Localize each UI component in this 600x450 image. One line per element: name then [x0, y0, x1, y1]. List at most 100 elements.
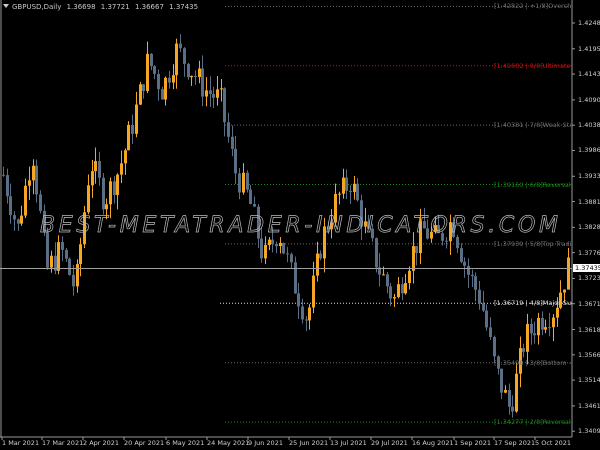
- price-tick-label: 1.42480: [578, 19, 600, 27]
- date-tick-label: 29 Jul 2021: [371, 439, 408, 447]
- bull-candle: [57, 242, 60, 271]
- bull-candle: [105, 204, 108, 210]
- date-tick-label: 1 Mar 2021: [2, 439, 40, 447]
- bull-candle: [393, 297, 396, 299]
- bull-candle: [172, 75, 175, 83]
- symbol-label: GBPUSD,Daily: [12, 3, 62, 11]
- price-tick-label: 1.34090: [578, 427, 600, 436]
- murrey-level-label: [1.41602 | 8/8]Ultimate Resistance: [494, 61, 572, 70]
- bull-candle: [338, 193, 341, 195]
- watermark: BEST-METATRADER-INDICATORS.COM: [40, 213, 560, 238]
- bear-candle: [187, 63, 190, 78]
- bull-candle: [279, 242, 282, 247]
- bear-candle: [482, 303, 485, 311]
- bull-candle: [397, 284, 400, 298]
- bull-candle: [556, 307, 559, 318]
- bull-candle: [139, 84, 142, 105]
- bull-candle: [116, 174, 119, 195]
- bear-candle: [65, 249, 68, 259]
- bear-candle: [445, 240, 448, 242]
- bull-candle: [342, 177, 345, 194]
- bear-candle: [485, 310, 488, 328]
- bear-candle: [2, 174, 5, 176]
- price-tick-label: 1.40380: [578, 121, 600, 130]
- price-tick-label: 1.34610: [578, 401, 600, 410]
- close-value: 1.37435: [169, 3, 199, 11]
- bull-candle: [316, 253, 319, 276]
- bear-candle: [238, 173, 241, 193]
- date-tick-label: 2 Apr 2021: [83, 439, 120, 447]
- bear-candle: [456, 236, 459, 249]
- bull-candle: [190, 75, 193, 78]
- price-tick-label: 1.37760: [578, 248, 600, 257]
- bear-candle: [246, 172, 249, 190]
- bear-candle: [478, 289, 481, 304]
- bear-candle: [301, 306, 304, 320]
- bear-candle: [548, 327, 551, 329]
- price-tick-label: 1.38810: [578, 197, 600, 206]
- bull-candle: [205, 90, 208, 97]
- bull-candle: [404, 283, 407, 294]
- bear-candle: [290, 254, 293, 263]
- murrey-level-label: [1.42822 | +1/8]Overshoot: [494, 2, 572, 11]
- bull-candle: [526, 323, 529, 352]
- bull-candle: [544, 327, 547, 330]
- date-tick-label: 5 Oct 2021: [535, 439, 572, 447]
- date-tick-label: 25 Jun 2021: [289, 439, 329, 447]
- bear-candle: [533, 333, 536, 336]
- bear-candle: [231, 136, 234, 149]
- price-tick-label: 1.36180: [578, 325, 600, 334]
- price-tick-label: 1.35140: [578, 376, 600, 385]
- bull-candle: [87, 185, 90, 213]
- bull-candle: [264, 245, 267, 259]
- bear-candle: [305, 319, 308, 321]
- price-tick-label: 1.35660: [578, 350, 600, 359]
- bull-candle: [32, 165, 35, 181]
- bear-candle: [275, 244, 278, 247]
- bear-candle: [61, 242, 64, 250]
- bear-candle: [271, 239, 274, 245]
- bear-candle: [260, 238, 263, 259]
- bear-candle: [13, 215, 16, 220]
- bear-candle: [345, 177, 348, 191]
- bear-candle: [249, 189, 252, 204]
- bull-candle: [515, 373, 518, 412]
- bear-candle: [294, 262, 297, 294]
- bull-candle: [198, 68, 201, 78]
- bear-candle: [401, 284, 404, 294]
- price-tick-label: 1.38280: [578, 223, 600, 232]
- bear-candle: [227, 122, 230, 137]
- bear-candle: [161, 89, 164, 100]
- bull-candle: [50, 255, 53, 268]
- bear-candle: [460, 248, 463, 262]
- bull-candle: [220, 88, 223, 90]
- bull-candle: [124, 150, 127, 164]
- price-tick-label: 1.39860: [578, 146, 600, 155]
- bear-candle: [68, 258, 71, 275]
- bear-candle: [113, 181, 116, 195]
- bull-candle: [567, 257, 570, 290]
- price-tick-label: 1.40900: [578, 95, 600, 104]
- bull-candle: [20, 215, 23, 224]
- bear-candle: [508, 389, 511, 407]
- murrey-level-label: [1.39160 | 6/8]Reversal Major: [494, 180, 572, 189]
- bull-candle: [242, 172, 245, 193]
- date-tick-label: 1 Sep 2021: [454, 439, 492, 447]
- current-price-tag: 1.37435: [573, 264, 600, 273]
- bull-candle: [504, 389, 507, 393]
- date-tick-label: 6 May 2021: [166, 439, 205, 447]
- bear-candle: [530, 323, 533, 334]
- bear-candle: [194, 75, 197, 78]
- price-tick-label: 1.36710: [578, 299, 600, 308]
- price-tick-label: 1.41950: [578, 44, 600, 53]
- bear-candle: [223, 88, 226, 123]
- collapse-triangle-icon[interactable]: [3, 4, 9, 8]
- murrey-level-label: [1.37939 | 5/8]Top Trading Range: [494, 239, 572, 248]
- date-tick-label: 20 Apr 2021: [124, 439, 165, 447]
- bear-candle: [157, 73, 160, 90]
- bull-candle: [408, 270, 411, 284]
- price-tick-label: 1.37230: [578, 274, 600, 283]
- bull-candle: [312, 275, 315, 308]
- bear-candle: [500, 368, 503, 393]
- bear-candle: [319, 253, 322, 259]
